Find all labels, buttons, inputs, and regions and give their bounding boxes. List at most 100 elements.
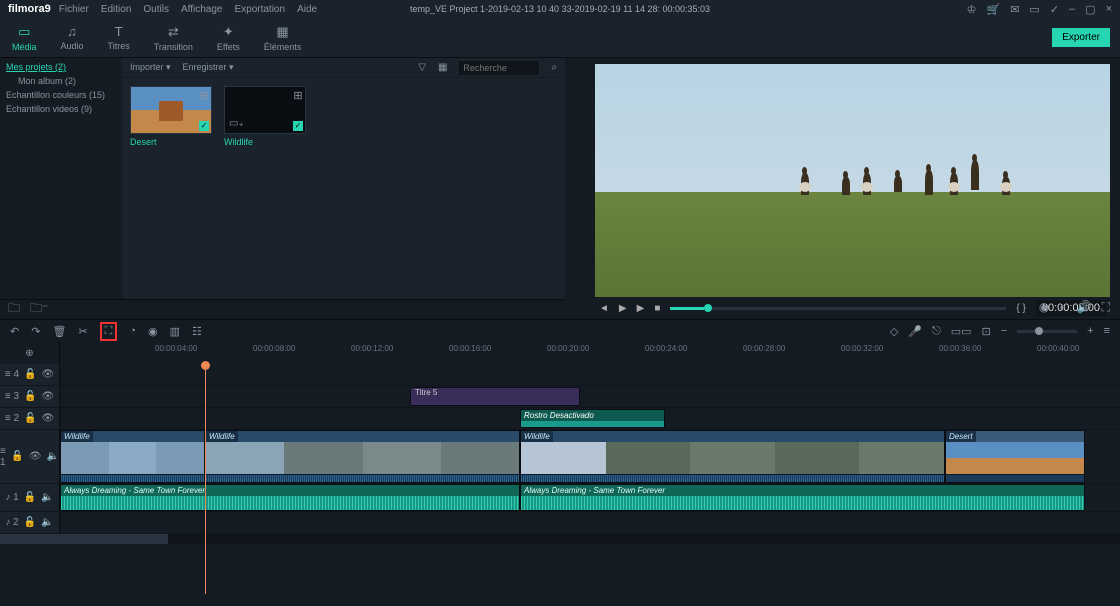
notify-icon[interactable]: ▭: [1029, 3, 1039, 16]
delete-folder-icon[interactable]: 🗀⁻: [30, 299, 48, 320]
lock-icon[interactable]: 🔓: [11, 451, 23, 462]
add-icon[interactable]: ⊞: [199, 89, 209, 99]
stop-button[interactable]: ■: [654, 303, 660, 314]
tab-transition[interactable]: ⇄Transition: [142, 18, 205, 57]
snapshot-icon[interactable]: ◉: [1039, 300, 1049, 315]
mute-icon[interactable]: 🔈: [47, 451, 59, 462]
mute-icon[interactable]: 🔈: [41, 492, 53, 503]
sidebar-couleurs[interactable]: Echantillon couleurs (15): [0, 88, 122, 102]
clip-audio-1[interactable]: Always Dreaming - Same Town Forever: [60, 484, 520, 511]
color-correct-icon[interactable]: ◉: [148, 325, 158, 338]
play-button[interactable]: ▶: [619, 303, 627, 314]
redo-icon[interactable]: ↷: [31, 325, 40, 338]
track-3[interactable]: Titre 5: [60, 386, 1120, 407]
sidebar-mon-album[interactable]: Mon album (2): [0, 74, 122, 88]
search-input[interactable]: [459, 61, 539, 75]
timeline-scrollbar[interactable]: [0, 534, 1120, 544]
clip-title[interactable]: Titre 5: [410, 387, 580, 406]
track-2[interactable]: Rostro Desactivado: [60, 408, 1120, 429]
new-folder-icon[interactable]: 🗀: [8, 299, 20, 320]
zoom-fit-icon[interactable]: ⊡: [981, 325, 990, 338]
grid-view-icon[interactable]: ▦: [438, 62, 447, 73]
lock-icon[interactable]: 🔓: [24, 413, 36, 424]
tab-titres[interactable]: TTitres: [96, 18, 142, 57]
undo-icon[interactable]: ↶: [10, 325, 19, 338]
menu-outils[interactable]: Outils: [143, 4, 169, 15]
green-screen-icon[interactable]: ▥: [170, 325, 180, 338]
clip-audio-2[interactable]: Always Dreaming - Same Town Forever: [520, 484, 1085, 511]
lock-icon[interactable]: 🔓: [24, 391, 36, 402]
export-button[interactable]: Exporter: [1052, 28, 1110, 47]
clip-effect[interactable]: Rostro Desactivado: [520, 409, 665, 428]
volume-icon[interactable]: 🔊: [1077, 300, 1092, 315]
delete-icon[interactable]: 🗑: [52, 325, 66, 338]
track-head-4[interactable]: ≡ 4🔓👁: [0, 364, 60, 385]
menu-exportation[interactable]: Exportation: [234, 4, 285, 15]
track-head-a1[interactable]: ♪ 1🔓🔈: [0, 484, 60, 511]
sidebar-videos[interactable]: Echantillon videos (9): [0, 102, 122, 116]
mute-icon[interactable]: 🔈: [41, 517, 53, 528]
lock-icon[interactable]: 🔓: [24, 517, 36, 528]
eye-icon[interactable]: 👁: [41, 369, 54, 380]
add-icon[interactable]: ⊞: [293, 89, 303, 99]
menu-fichier[interactable]: Fichier: [59, 4, 89, 15]
clip-video-1[interactable]: Wildlife: [60, 430, 205, 483]
marker-icon[interactable]: ◇: [890, 325, 898, 338]
maximize-icon[interactable]: ▢: [1085, 3, 1095, 16]
markers-icon[interactable]: { }: [1016, 303, 1025, 314]
track-manager-icon[interactable]: ≡: [1104, 325, 1110, 337]
media-item-desert[interactable]: ⊞✓ Desert: [130, 86, 212, 147]
playhead[interactable]: [205, 364, 206, 594]
menu-edition[interactable]: Edition: [101, 4, 132, 15]
track-head-1[interactable]: ≡ 1🔓👁🔈: [0, 430, 60, 483]
audio-track-1[interactable]: Always Dreaming - Same Town Forever Alwa…: [60, 484, 1120, 511]
clip-video-3[interactable]: Wildlife: [520, 430, 945, 483]
mic-icon[interactable]: 🎤: [908, 325, 922, 338]
preview-scrubber[interactable]: [670, 307, 1006, 310]
message-icon[interactable]: ✉: [1010, 3, 1019, 16]
close-icon[interactable]: ×: [1106, 3, 1112, 16]
next-button[interactable]: ▶: [637, 303, 645, 314]
eye-icon[interactable]: 👁: [41, 413, 54, 424]
eye-icon[interactable]: 👁: [29, 451, 42, 462]
tab-media[interactable]: ▭Média: [0, 18, 49, 57]
minimize-icon[interactable]: –: [1069, 3, 1075, 16]
track-head-a2[interactable]: ♪ 2🔓🔈: [0, 512, 60, 533]
color-icon[interactable]: ◐: [1059, 300, 1066, 315]
record-dropdown[interactable]: Enregistrer ▾: [183, 62, 234, 73]
track-4[interactable]: [60, 364, 1120, 385]
clip-video-4[interactable]: Desert: [945, 430, 1085, 483]
cart-icon[interactable]: 🛒: [986, 3, 1000, 16]
lock-icon[interactable]: 🔓: [24, 492, 36, 503]
track-head-2[interactable]: ≡ 2🔓👁: [0, 408, 60, 429]
mixer-icon[interactable]: ⎋: [932, 325, 941, 338]
user-icon[interactable]: ♔: [967, 3, 977, 16]
render-icon[interactable]: ▭▭: [951, 325, 972, 338]
ruler-head[interactable]: ⊕: [0, 342, 60, 364]
clip-video-2[interactable]: Wildlife: [205, 430, 520, 483]
filter-icon[interactable]: ▽: [418, 62, 426, 73]
tab-audio[interactable]: ♫Audio: [49, 18, 96, 57]
crop-button[interactable]: ⛶: [100, 322, 118, 341]
timeline-ruler[interactable]: 00:00:04:00 00:00:08:00 00:00:12:00 00:0…: [60, 342, 1120, 364]
search-icon[interactable]: ⌕: [551, 62, 557, 73]
fullscreen-icon[interactable]: ⛶: [1102, 300, 1110, 315]
tab-elements[interactable]: ▦Éléments: [252, 18, 314, 57]
track-1[interactable]: Wildlife Wildlife Wildlife Desert: [60, 430, 1120, 483]
menu-affichage[interactable]: Affichage: [181, 4, 223, 15]
cut-icon[interactable]: ✂: [78, 325, 87, 338]
adjust-icon[interactable]: ☷: [192, 325, 202, 338]
import-dropdown[interactable]: Importer ▾: [130, 62, 171, 73]
zoom-slider[interactable]: [1017, 330, 1077, 333]
preview-viewport[interactable]: [595, 64, 1110, 297]
tab-effets[interactable]: ✦Effets: [205, 18, 252, 57]
menu-aide[interactable]: Aide: [297, 4, 317, 15]
eye-icon[interactable]: 👁: [41, 391, 54, 402]
lock-icon[interactable]: 🔓: [24, 369, 36, 380]
help-icon[interactable]: ✓: [1050, 3, 1059, 16]
zoom-out-icon[interactable]: −: [1001, 325, 1007, 337]
speed-icon[interactable]: ◔: [129, 325, 136, 337]
media-item-wildlife[interactable]: ⊞▭₊✓ Wildlife: [224, 86, 306, 147]
prev-button[interactable]: ◄: [599, 303, 609, 314]
track-head-3[interactable]: ≡ 3🔓👁: [0, 386, 60, 407]
